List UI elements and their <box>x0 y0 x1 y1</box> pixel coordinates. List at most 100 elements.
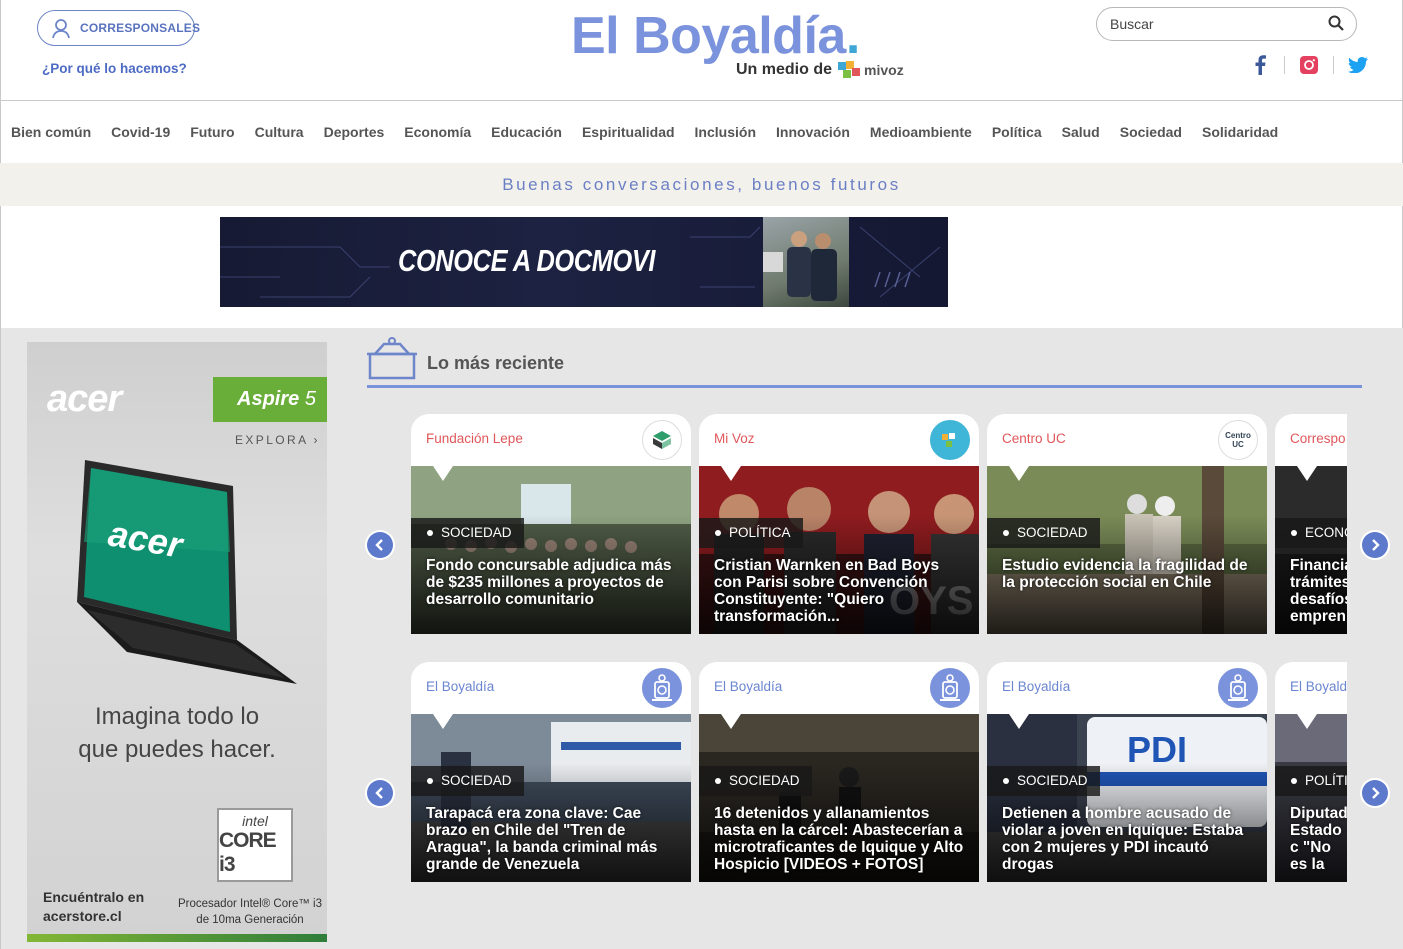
news-card-category[interactable]: POLÍTI <box>1275 766 1347 796</box>
chevron-right-icon <box>1372 539 1380 551</box>
carousel1-next-button[interactable] <box>1362 532 1388 558</box>
nav-cultura[interactable]: Cultura <box>255 124 304 140</box>
news-card-source[interactable]: El Boyaldía <box>1002 679 1070 694</box>
docmovi-photo <box>763 217 849 307</box>
chevron-left-icon <box>375 539 383 551</box>
acer-ad[interactable]: acer Aspire 5 EXPLORA › acer Imagina tod… <box>27 342 327 942</box>
logo-dot: . <box>845 7 860 65</box>
carousel-row-2: El Boyaldía SOCIEDAD Tarapacá era zona c… <box>411 662 1347 882</box>
card-notch <box>431 711 455 729</box>
banner-area: CONOCE A DOCMOVI <box>0 206 1403 328</box>
nav-sociedad[interactable]: Sociedad <box>1120 124 1182 140</box>
news-card-category[interactable]: SOCIEDAD <box>987 518 1100 548</box>
news-card[interactable]: El Boyaldía SOCIEDAD 16 detenidos y alla… <box>699 662 979 882</box>
boyaldia-source-icon <box>1218 668 1258 708</box>
carousel-row-1: Fundación Lepe SOCIEDAD Fondo concursabl… <box>411 414 1347 634</box>
aspire-badge: Aspire 5 <box>213 377 327 422</box>
card-notch <box>431 463 455 481</box>
basket-icon <box>367 337 417 380</box>
carousel1-prev-button[interactable] <box>367 532 393 558</box>
docmovi-banner[interactable]: CONOCE A DOCMOVI <box>220 217 948 307</box>
news-card-source[interactable]: El Boyaldía <box>714 679 782 694</box>
why-link[interactable]: ¿Por qué lo hacemos? <box>42 61 187 76</box>
news-card[interactable]: OYS Mi Voz POLÍTICA Cristian Warnken en … <box>699 414 979 634</box>
main-nav: Bien común Covid-19 Futuro Cultura Depor… <box>0 101 1403 163</box>
social-links <box>1249 53 1369 77</box>
acer-headline-line1: Imagina todo lo <box>94 703 260 730</box>
news-card-category[interactable]: ECONC <box>1275 518 1347 548</box>
social-divider <box>1284 56 1285 74</box>
nav-inclusion[interactable]: Inclusión <box>695 124 756 140</box>
news-card[interactable]: Centro UC Centro UC SOCIEDAD Estudio evi… <box>987 414 1267 634</box>
card-notch <box>1007 463 1031 481</box>
news-card-title[interactable]: Fondo concursable adjudica más de $235 m… <box>426 557 681 608</box>
card-notch <box>1295 463 1319 481</box>
news-card-source[interactable]: El Boyaldía <box>426 679 494 694</box>
news-card-header: Centro UC Centro UC <box>987 414 1267 466</box>
nav-economia[interactable]: Economía <box>404 124 471 140</box>
news-card-category[interactable]: SOCIEDAD <box>411 518 524 548</box>
nav-innovacion[interactable]: Innovación <box>776 124 850 140</box>
core-i3-label: CORE i3 <box>219 829 277 876</box>
news-card[interactable]: PDI El Boyaldía SOCIEDAD Detienen a homb… <box>987 662 1267 882</box>
nav-medioambiente[interactable]: Medioambiente <box>870 124 972 140</box>
news-card-title[interactable]: Estudio evidencia la fragilidad de la pr… <box>1002 557 1257 591</box>
logo-text: El Boyaldía <box>571 7 846 65</box>
explora-link[interactable]: EXPLORA › <box>235 433 320 447</box>
boyaldia-source-icon <box>930 668 970 708</box>
card-notch <box>719 463 743 481</box>
acer-find-line1: Encuéntralo en <box>43 889 145 905</box>
news-card-title[interactable]: Cristian Warnken en Bad Boys con Parisi … <box>714 557 969 625</box>
acer-headline-line2: que puedes hacer. <box>78 736 276 763</box>
medio-tagline: Un medio de mivoz <box>736 61 904 79</box>
mivoz-logo[interactable]: mivoz <box>838 61 904 79</box>
news-card-category[interactable]: POLÍTICA <box>699 518 803 548</box>
mivoz-source-icon <box>930 420 970 460</box>
news-card-category[interactable]: SOCIEDAD <box>987 766 1100 796</box>
corresponsales-button[interactable]: CORRESPONSALES <box>37 10 200 46</box>
nav-politica[interactable]: Política <box>992 124 1042 140</box>
nav-covid-19[interactable]: Covid-19 <box>111 124 170 140</box>
news-card[interactable]: El Boyald POLÍTI Diputad Estado c "No es… <box>1275 662 1347 882</box>
carousel2-prev-button[interactable] <box>367 780 393 806</box>
news-card-title[interactable]: 16 detenidos y allanamientos hasta en la… <box>714 805 969 873</box>
acer-find-text: Encuéntralo en acerstore.cl <box>43 888 173 926</box>
search-box[interactable] <box>1096 7 1357 41</box>
instagram-icon[interactable] <box>1298 54 1320 76</box>
news-card-category[interactable]: SOCIEDAD <box>699 766 812 796</box>
card-notch <box>1007 711 1031 729</box>
news-card-title[interactable]: Diputad Estado c "No es la <box>1290 805 1347 873</box>
news-card-source[interactable]: El Boyald <box>1290 679 1347 694</box>
news-card-source[interactable]: Mi Voz <box>714 431 755 446</box>
main-content: acer Aspire 5 EXPLORA › acer Imagina tod… <box>0 328 1403 949</box>
news-card-category[interactable]: SOCIEDAD <box>411 766 524 796</box>
nav-deportes[interactable]: Deportes <box>324 124 385 140</box>
news-card-source[interactable]: Centro UC <box>1002 431 1066 446</box>
news-card-source[interactable]: Fundación Lepe <box>426 431 523 446</box>
search-icon[interactable] <box>1328 15 1344 31</box>
nav-bien-comun[interactable]: Bien común <box>11 124 91 140</box>
twitter-icon[interactable] <box>1347 54 1369 76</box>
medio-label: Un medio de <box>736 61 833 78</box>
carousel2-next-button[interactable] <box>1362 780 1388 806</box>
site-logo[interactable]: El Boyaldía. <box>571 6 860 66</box>
nav-futuro[interactable]: Futuro <box>190 124 234 140</box>
source-logo-icon <box>642 420 682 460</box>
facebook-icon[interactable] <box>1249 54 1271 76</box>
nav-solidaridad[interactable]: Solidaridad <box>1202 124 1278 140</box>
news-card-header: Correspo <box>1275 414 1347 466</box>
news-card-title[interactable]: Financia trámites desafíos empren <box>1290 557 1347 625</box>
acer-proc-line1: Procesador Intel® Core™ i3 <box>178 898 322 910</box>
news-card[interactable]: Fundación Lepe SOCIEDAD Fondo concursabl… <box>411 414 691 634</box>
news-card-source[interactable]: Correspo <box>1290 431 1346 446</box>
news-card[interactable]: Correspo ECONC Financia trámites desafío… <box>1275 414 1347 634</box>
recent-header: Lo más reciente <box>367 334 1362 388</box>
news-card-header: El Boyaldía <box>411 662 691 714</box>
nav-salud[interactable]: Salud <box>1062 124 1100 140</box>
news-card[interactable]: El Boyaldía SOCIEDAD Tarapacá era zona c… <box>411 662 691 882</box>
news-card-title[interactable]: Tarapacá era zona clave: Cae brazo en Ch… <box>426 805 681 873</box>
news-card-title[interactable]: Detienen a hombre acusado de violar a jo… <box>1002 805 1257 873</box>
nav-espiritualidad[interactable]: Espiritualidad <box>582 124 675 140</box>
search-input[interactable] <box>1110 16 1325 32</box>
nav-educacion[interactable]: Educación <box>491 124 562 140</box>
